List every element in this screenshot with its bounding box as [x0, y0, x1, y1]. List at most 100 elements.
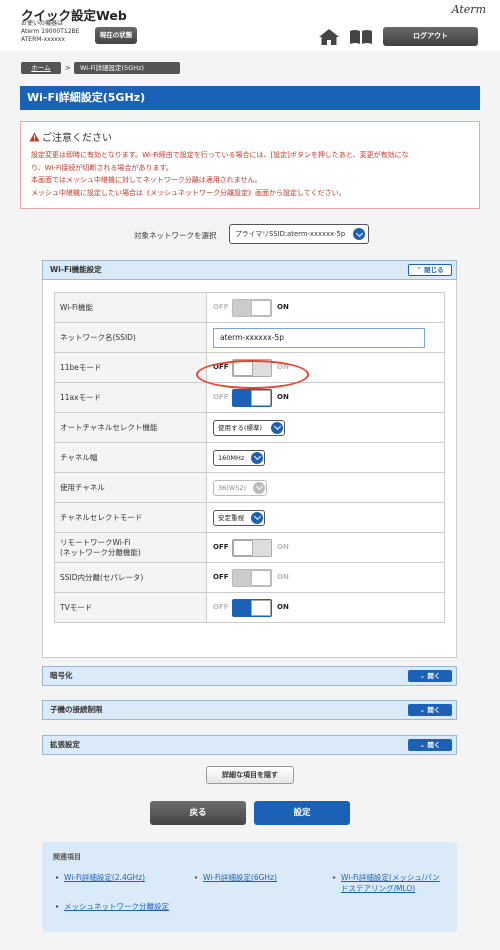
table-row: チャネルセレクトモード 安定重視 — [54, 502, 445, 533]
row-value: 36(W52) — [206, 472, 445, 503]
collapse-wifi-section-button[interactable]: ⌃ 閉じる — [408, 264, 452, 276]
toggle-off-text: OFF — [213, 602, 229, 611]
chevron-down-icon: ⌄ — [419, 706, 426, 714]
table-row: リモートワークWi-Fi (ネットワーク分離機能) OFF ON — [54, 532, 445, 563]
table-row: Wi-Fi機能 OFF ON — [54, 292, 445, 323]
header: クイック設定Web お使いの機器は Aterm 19000T12BE ATERM… — [0, 0, 500, 50]
target-network-select[interactable]: プライマリSSID:aterm-xxxxxx-5p — [229, 224, 369, 244]
expand-label: 開く — [427, 706, 441, 714]
row-label: チャネルセレクトモード — [54, 502, 207, 533]
link-wifi-mesh[interactable]: Wi-Fi詳細設定(メッシュ/バン ドステアリング/MLO) — [333, 872, 440, 894]
related-title: 関連項目 — [53, 853, 81, 861]
row-label: 11axモード — [54, 382, 207, 413]
wifi-function-section-header: Wi-Fi機能設定 ⌃ 閉じる — [42, 260, 457, 280]
row-value: OFF ON — [206, 292, 445, 323]
toggle-off-text: OFF — [213, 392, 229, 401]
row-label: SSID内分離(セパレータ) — [54, 562, 207, 593]
select-value: 36(W52) — [218, 483, 247, 492]
chevron-down-icon: ⌄ — [419, 741, 426, 749]
link-wifi-24ghz[interactable]: Wi-Fi詳細設定(2.4GHz) — [56, 872, 145, 883]
extended-section-header: 拡張設定 ⌄ 開く — [42, 735, 457, 755]
toggle-on-text: ON — [277, 572, 289, 581]
chevron-down-icon — [251, 451, 263, 464]
caution-line: 設定変更は即時に有効となります。Wi-Fi経由で設定を行っている場合には、[設定… — [31, 151, 409, 159]
related-links-box: 関連項目 Wi-Fi詳細設定(2.4GHz) Wi-Fi詳細設定(6GHz) W… — [42, 842, 457, 932]
row-label: 11beモード — [54, 352, 207, 383]
toggle-track — [232, 598, 272, 617]
chevron-down-icon — [353, 228, 365, 240]
toggle-on-text: ON — [277, 602, 289, 611]
toggle-knob — [251, 389, 271, 406]
chevron-down-icon — [271, 421, 283, 434]
toggle-off-text: OFF — [213, 572, 229, 581]
back-button[interactable]: 戻る — [150, 801, 246, 825]
row-value: 160MHz — [206, 442, 445, 473]
caution-line: メッシュ中継機に設定したい場合は《メッシュネットワーク分離設定》画面から設定して… — [31, 188, 346, 197]
expand-client-limit-button[interactable]: ⌄ 開く — [408, 704, 452, 716]
warning-icon — [29, 132, 40, 142]
row-label: TVモード — [54, 592, 207, 623]
table-row: ネットワーク名(SSID) aterm-xxxxxx-5p — [54, 322, 445, 353]
toggle-on-text: ON — [277, 302, 289, 311]
home-icon[interactable] — [318, 28, 340, 46]
tv-mode-toggle[interactable]: OFF ON — [213, 598, 295, 617]
highlight-oval — [196, 360, 309, 389]
encryption-section-header: 暗号化 ⌄ 開く — [42, 666, 457, 686]
wifi-settings-panel: Wi-Fi機能 OFF ON ネットワーク名(SSID) aterm-xxxxx… — [42, 280, 457, 658]
link-mesh-network-separation[interactable]: メッシュネットワーク分離設定 — [56, 901, 169, 912]
channel-select-mode-select[interactable]: 安定重視 — [213, 509, 265, 526]
toggle-track — [232, 388, 272, 407]
ssid-separator-toggle[interactable]: OFF ON — [213, 568, 295, 587]
collapse-label: 閉じる — [424, 266, 444, 274]
page-title-bar: Wi-Fi詳細設定(5GHz) — [20, 86, 480, 110]
11ax-mode-toggle[interactable]: OFF ON — [213, 388, 295, 407]
target-network-value: プライマリSSID:aterm-xxxxxx-5p — [235, 230, 346, 238]
logout-button[interactable]: ログアウト — [383, 27, 478, 46]
device-model: Aterm 19000T12BE — [21, 28, 80, 35]
section-title: Wi-Fi機能設定 — [50, 265, 102, 274]
row-label: リモートワークWi-Fi (ネットワーク分離機能) — [54, 532, 207, 563]
expand-extended-button[interactable]: ⌄ 開く — [408, 739, 452, 751]
section-title: 拡張設定 — [50, 740, 80, 749]
select-value: 使用する(標準) — [218, 423, 263, 432]
auto-channel-select[interactable]: 使用する(標準) — [213, 419, 285, 436]
expand-label: 開く — [427, 741, 441, 749]
row-value: aterm-xxxxxx-5p — [206, 322, 445, 353]
toggle-off-text: OFF — [213, 302, 229, 311]
current-status-button[interactable]: 現在の状態 — [95, 27, 137, 44]
chevron-up-icon: ⌃ — [416, 266, 422, 274]
toggle-knob — [251, 599, 271, 616]
client-limit-section-header: 子機の接続制限 ⌄ 開く — [42, 700, 457, 720]
wifi-function-toggle[interactable]: OFF ON — [213, 298, 295, 317]
table-row: 使用チャネル 36(W52) — [54, 472, 445, 503]
link-line: Wi-Fi詳細設定(メッシュ/バン — [341, 873, 440, 882]
link-line: ドステアリング/MLO) — [341, 884, 416, 893]
toggle-knob — [251, 299, 271, 316]
remote-work-wifi-toggle[interactable]: OFF ON — [213, 538, 295, 557]
caution-box: ご注意ください 設定変更は即時に有効となります。Wi-Fi経由で設定を行っている… — [20, 121, 480, 209]
hide-details-button[interactable]: 詳細な項目を隠す — [206, 766, 294, 784]
expand-encryption-button[interactable]: ⌄ 開く — [408, 670, 452, 682]
breadcrumb-separator: > — [65, 64, 71, 72]
table-row: SSID内分離(セパレータ) OFF ON — [54, 562, 445, 593]
row-label: オートチャネルセレクト機能 — [54, 412, 207, 443]
manual-book-icon[interactable] — [349, 29, 373, 45]
toggle-knob — [251, 569, 271, 586]
submit-button[interactable]: 設定 — [254, 801, 350, 825]
section-title: 子機の接続制限 — [50, 705, 103, 714]
row-label-line: リモートワークWi-Fi — [60, 537, 131, 547]
settings-table: Wi-Fi機能 OFF ON ネットワーク名(SSID) aterm-xxxxx… — [54, 292, 445, 623]
ssid-input[interactable]: aterm-xxxxxx-5p — [213, 327, 425, 348]
breadcrumb-home-link[interactable]: ホーム — [21, 62, 61, 74]
channel-width-select[interactable]: 160MHz — [213, 449, 265, 466]
row-value: OFF ON — [206, 532, 445, 563]
brand-logo: Aterm — [451, 3, 486, 16]
caution-line: 本画面ではメッシュ中継機に対してネットワーク分離は適用されません。 — [31, 176, 262, 185]
toggle-off-text: OFF — [213, 542, 229, 551]
device-name: ATERM-xxxxxx — [21, 36, 65, 43]
table-row: TVモード OFF ON — [54, 592, 445, 623]
toggle-on-text: ON — [277, 392, 289, 401]
target-network-label: 対象ネットワークを選択 — [134, 231, 217, 240]
link-wifi-6ghz[interactable]: Wi-Fi詳細設定(6GHz) — [195, 872, 277, 883]
row-value: 安定重視 — [206, 502, 445, 533]
